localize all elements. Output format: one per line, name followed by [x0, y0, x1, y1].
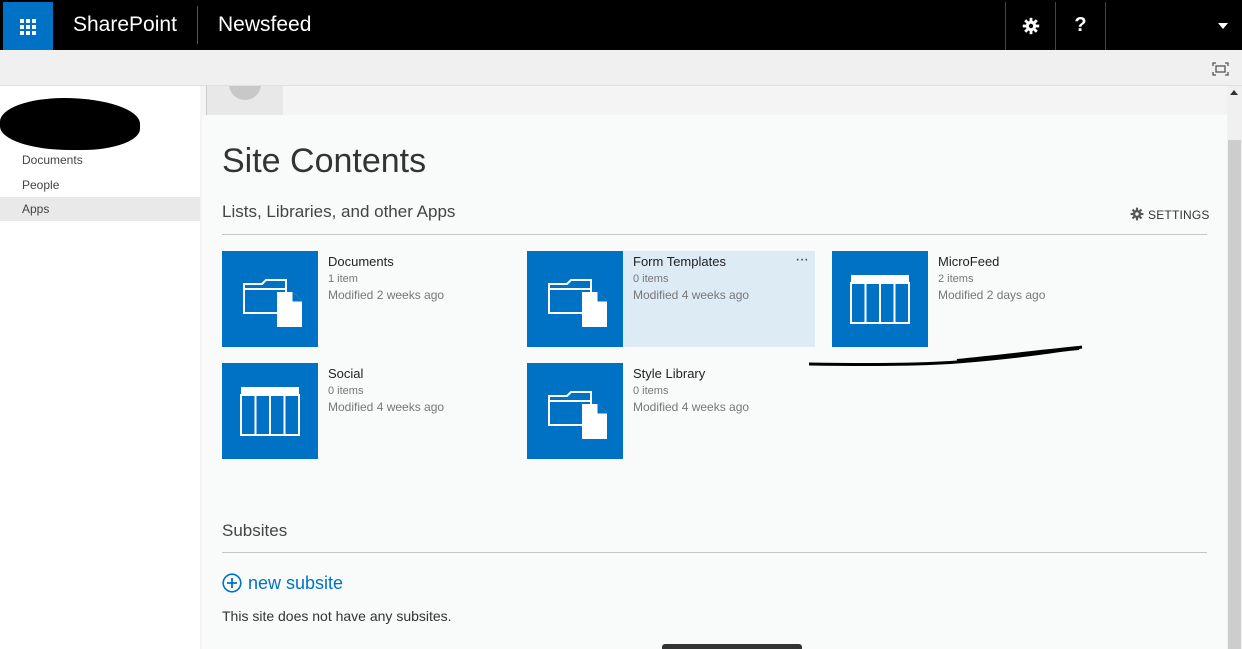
- more-options-icon[interactable]: ···: [795, 251, 809, 269]
- chevron-down-icon: [1218, 23, 1228, 29]
- settings-link[interactable]: SETTINGS: [1130, 207, 1210, 222]
- add-circle-icon: [222, 573, 242, 593]
- redaction-mark: [808, 345, 1083, 367]
- nav-item-apps[interactable]: Apps: [0, 197, 200, 221]
- tile-modified: Modified 4 weeks ago: [328, 400, 445, 414]
- list-icon: [222, 363, 318, 459]
- nav-item-people[interactable]: People: [0, 173, 200, 197]
- suite-bar: SharePoint Newsfeed ?: [0, 0, 1242, 50]
- gear-icon: [1022, 17, 1040, 35]
- brand-link[interactable]: SharePoint: [73, 13, 177, 37]
- subsites-section-heading: Subsites: [222, 521, 288, 540]
- tile-name[interactable]: Documents: [328, 254, 394, 269]
- bottom-overlay-bar: [662, 644, 802, 649]
- help-button[interactable]: ?: [1055, 2, 1105, 50]
- new-subsite-link[interactable]: new subsite: [222, 573, 343, 594]
- tile-modified: Modified 4 weeks ago: [633, 400, 750, 414]
- profile-picture: [206, 86, 283, 116]
- settings-button[interactable]: [1005, 2, 1055, 50]
- lists-section-heading: Lists, Libraries, and other Apps: [222, 202, 456, 221]
- scrollbar-thumb[interactable]: [1228, 140, 1241, 649]
- app-launcher-button[interactable]: [3, 2, 53, 50]
- document-library-icon: [527, 251, 623, 347]
- page-title: Site Contents: [222, 142, 427, 180]
- help-icon: ?: [1074, 14, 1087, 36]
- nav-item-documents[interactable]: Documents: [0, 148, 200, 172]
- tile-modified: Modified 4 weeks ago: [633, 288, 750, 302]
- tile-name[interactable]: MicroFeed: [938, 254, 999, 269]
- list-icon: [832, 251, 928, 347]
- tile-item-count: 0 items: [633, 273, 669, 285]
- tile-item-count: 0 items: [328, 385, 364, 397]
- person-icon: [229, 86, 261, 100]
- new-subsite-label: new subsite: [248, 573, 344, 593]
- tile-modified: Modified 2 days ago: [938, 288, 1046, 302]
- app-tile-form-templates[interactable]: Form Templates 0 items Modified 4 weeks …: [527, 251, 815, 347]
- no-subsites-message: This site does not have any subsites.: [222, 608, 452, 624]
- tile-item-count: 0 items: [633, 385, 669, 397]
- left-navigation: m Documents People Apps: [0, 86, 200, 649]
- tile-modified: Modified 2 weeks ago: [328, 288, 445, 302]
- focus-on-content-icon[interactable]: [1212, 62, 1229, 76]
- tile-item-count: 2 items: [938, 273, 974, 285]
- section-divider: [222, 552, 1207, 553]
- app-tile-style-library[interactable]: Style Library 0 items Modified 4 weeks a…: [527, 363, 815, 459]
- document-library-icon: [527, 363, 623, 459]
- document-library-icon: [222, 251, 318, 347]
- ribbon-bar: [0, 50, 1242, 86]
- tile-name[interactable]: Style Library: [633, 366, 705, 381]
- newsfeed-link[interactable]: Newsfeed: [218, 13, 311, 37]
- app-tile-documents[interactable]: Documents 1 item Modified 2 weeks ago: [222, 251, 510, 347]
- tile-name[interactable]: Form Templates: [633, 254, 726, 269]
- app-tile-social[interactable]: Social 0 items Modified 4 weeks ago: [222, 363, 510, 459]
- settings-label: SETTINGS: [1148, 208, 1210, 222]
- tile-item-count: 1 item: [328, 273, 358, 285]
- app-tile-microfeed[interactable]: MicroFeed 2 items Modified 2 days ago: [832, 251, 1120, 347]
- main-content: Site Contents Lists, Libraries, and othe…: [202, 115, 1227, 649]
- user-menu-button[interactable]: [1105, 2, 1242, 50]
- tile-name[interactable]: Social: [328, 366, 363, 381]
- suite-divider: [197, 6, 198, 44]
- vertical-scrollbar[interactable]: [1227, 86, 1242, 649]
- gear-icon: [1130, 207, 1144, 221]
- scroll-up-arrow-icon[interactable]: [1230, 90, 1238, 95]
- redaction-mark: [0, 98, 140, 150]
- section-divider: [222, 234, 1207, 235]
